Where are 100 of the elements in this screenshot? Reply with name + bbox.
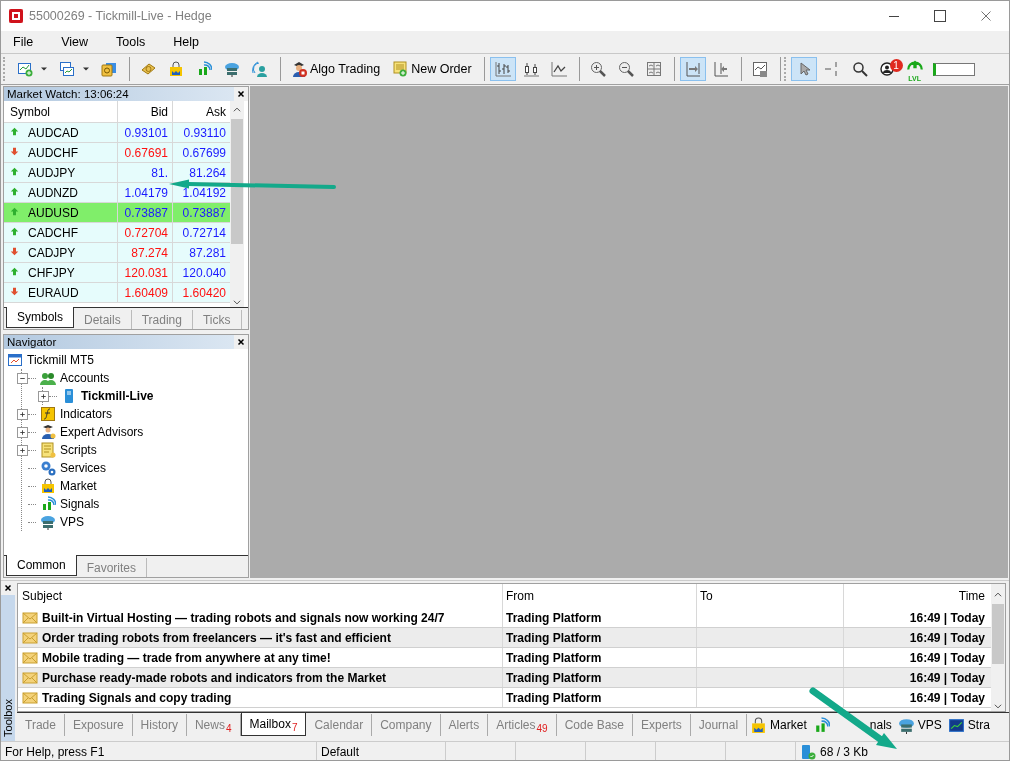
tab[interactable]: Exposure	[64, 714, 133, 736]
close-icon	[237, 90, 245, 98]
function-icon	[40, 406, 56, 422]
column-header[interactable]: Bid	[118, 101, 173, 122]
message-subject[interactable]: Trading Signals and copy trading	[42, 690, 232, 705]
menu-item[interactable]: Tools	[108, 35, 154, 49]
bid-price: 87.274	[118, 243, 173, 262]
message-subject[interactable]: Order trading robots from freelancers — it's fast and efficient	[42, 630, 391, 645]
tab[interactable]: Journal	[690, 714, 748, 736]
chart-shift-icon	[712, 61, 729, 77]
table-row[interactable]: AUDCAD 0.93101 0.93110	[4, 123, 230, 143]
message-subject[interactable]: Mobile trading — trade from anywhere at any time!	[42, 650, 331, 665]
ask-price: 0.73887	[181, 204, 227, 222]
tree-item[interactable]: Signals	[60, 497, 100, 511]
bid-price: 0.73887	[118, 203, 173, 222]
symbol-name: CADCHF	[28, 225, 78, 240]
person-signal-icon	[252, 61, 268, 77]
gears-icon	[40, 460, 56, 476]
tree-item[interactable]: Expert Advisors	[60, 425, 144, 439]
tree-item[interactable]: Market	[60, 479, 97, 493]
menu-item[interactable]: Help	[165, 35, 207, 49]
tab[interactable]: Ticks	[192, 310, 242, 329]
signal-icon	[40, 496, 56, 512]
scroll-icon	[40, 442, 56, 458]
table-row[interactable]: CADJPY 87.274 87.281	[4, 243, 230, 263]
column-header[interactable]: Time	[844, 584, 989, 608]
status-text: Default	[317, 742, 446, 760]
bid-price: 0.93101	[118, 123, 173, 142]
level-indicator	[932, 62, 975, 76]
scrollbar[interactable]	[991, 584, 1005, 711]
crosshair-icon	[823, 61, 840, 77]
tab[interactable]: Common	[6, 555, 77, 576]
tree-item[interactable]: Tickmill MT5	[27, 353, 94, 367]
expand-button[interactable]	[17, 408, 28, 420]
table-row[interactable]: AUDJPY 81. 81.264	[4, 163, 230, 183]
plus-icon	[18, 409, 27, 419]
shopping-bag-icon	[750, 716, 768, 734]
collapse-button[interactable]	[17, 372, 28, 384]
tab[interactable]: Symbols	[6, 307, 74, 328]
tab[interactable]: VPS	[894, 714, 945, 736]
tab[interactable]: Stra	[944, 714, 993, 736]
menu-item[interactable]: View	[53, 35, 97, 49]
menu-item[interactable]: File	[5, 35, 42, 49]
table-row[interactable]: CADCHF 0.72704 0.72714	[4, 223, 230, 243]
tree-item[interactable]: Services	[60, 461, 106, 475]
expand-button[interactable]	[38, 390, 49, 402]
column-header[interactable]: Ask	[173, 101, 230, 122]
bid-price: 120.031	[118, 263, 173, 282]
column-header[interactable]: Symbol	[4, 101, 118, 122]
bid-price: 1.60409	[118, 283, 173, 302]
ask-price: 0.93110	[182, 124, 227, 142]
table-row[interactable]: AUDNZD 1.04179 1.04192	[4, 183, 230, 203]
table-row[interactable]: AUDUSD 0.73887 0.73887	[4, 203, 230, 223]
tree-item[interactable]: Indicators	[60, 407, 113, 421]
tab[interactable]: nals	[809, 714, 895, 736]
tab[interactable]: Trading	[131, 310, 193, 329]
expand-button[interactable]	[17, 426, 28, 438]
toolbar-button[interactable]: 1	[874, 57, 901, 81]
message-subject[interactable]: Built-in Virtual Hosting — trading robots and signals now working 24/7	[42, 610, 445, 625]
toolbar-button[interactable]: Algo Trading	[286, 57, 386, 81]
envelope-icon	[22, 609, 38, 626]
plus-icon	[39, 391, 48, 401]
tab[interactable]: Company	[372, 714, 441, 736]
table-cell: Trading Platform	[503, 688, 697, 707]
tree-item[interactable]: VPS	[60, 515, 84, 529]
table-row[interactable]: CHFJPY 120.031 120.040	[4, 263, 230, 283]
ask-price: 1.04192	[181, 184, 227, 202]
symbol-name: AUDUSD	[28, 205, 79, 220]
tab[interactable]: Alerts	[440, 714, 489, 736]
chevron-up-icon	[993, 590, 1003, 600]
bid-price: 81.	[118, 163, 173, 182]
tab[interactable]: History	[132, 714, 187, 736]
tab[interactable]: Market	[747, 714, 810, 736]
toolbar-button[interactable]: New Order	[387, 57, 477, 81]
close-button[interactable]	[234, 87, 248, 101]
tab[interactable]: Details	[74, 310, 132, 329]
plus-icon	[18, 427, 27, 437]
envelope-icon	[22, 629, 38, 646]
expand-button[interactable]	[17, 444, 28, 456]
tree-item[interactable]: Tickmill-Live	[81, 389, 154, 403]
tree-item[interactable]: Scripts	[60, 443, 97, 457]
zoom-in-icon	[589, 61, 606, 77]
table-row[interactable]: AUDCHF 0.67691 0.67699	[4, 143, 230, 163]
tab[interactable]: Favorites	[76, 558, 148, 577]
message-subject[interactable]: Purchase ready-made robots and indicators from the Market	[42, 670, 387, 685]
graduate-icon	[40, 424, 56, 440]
status-text: For Help, press F1	[1, 742, 317, 760]
ask-price: 1.60420	[181, 284, 227, 302]
envelope-icon	[22, 649, 38, 666]
tab[interactable]: Trade	[17, 714, 65, 736]
tree-item[interactable]: Accounts	[60, 371, 110, 385]
table-row[interactable]: EURAUD 1.60409 1.60420	[4, 283, 230, 303]
close-button[interactable]	[234, 335, 248, 349]
shopping-bag-icon	[168, 61, 184, 77]
tab[interactable]: Calendar	[306, 714, 373, 736]
tab[interactable]: Experts	[633, 714, 691, 736]
algo-trading-icon	[291, 61, 307, 77]
tab[interactable]: Code Base	[556, 714, 634, 736]
scrollbar[interactable]	[230, 101, 244, 307]
symbol-name: AUDCHF	[28, 145, 78, 160]
